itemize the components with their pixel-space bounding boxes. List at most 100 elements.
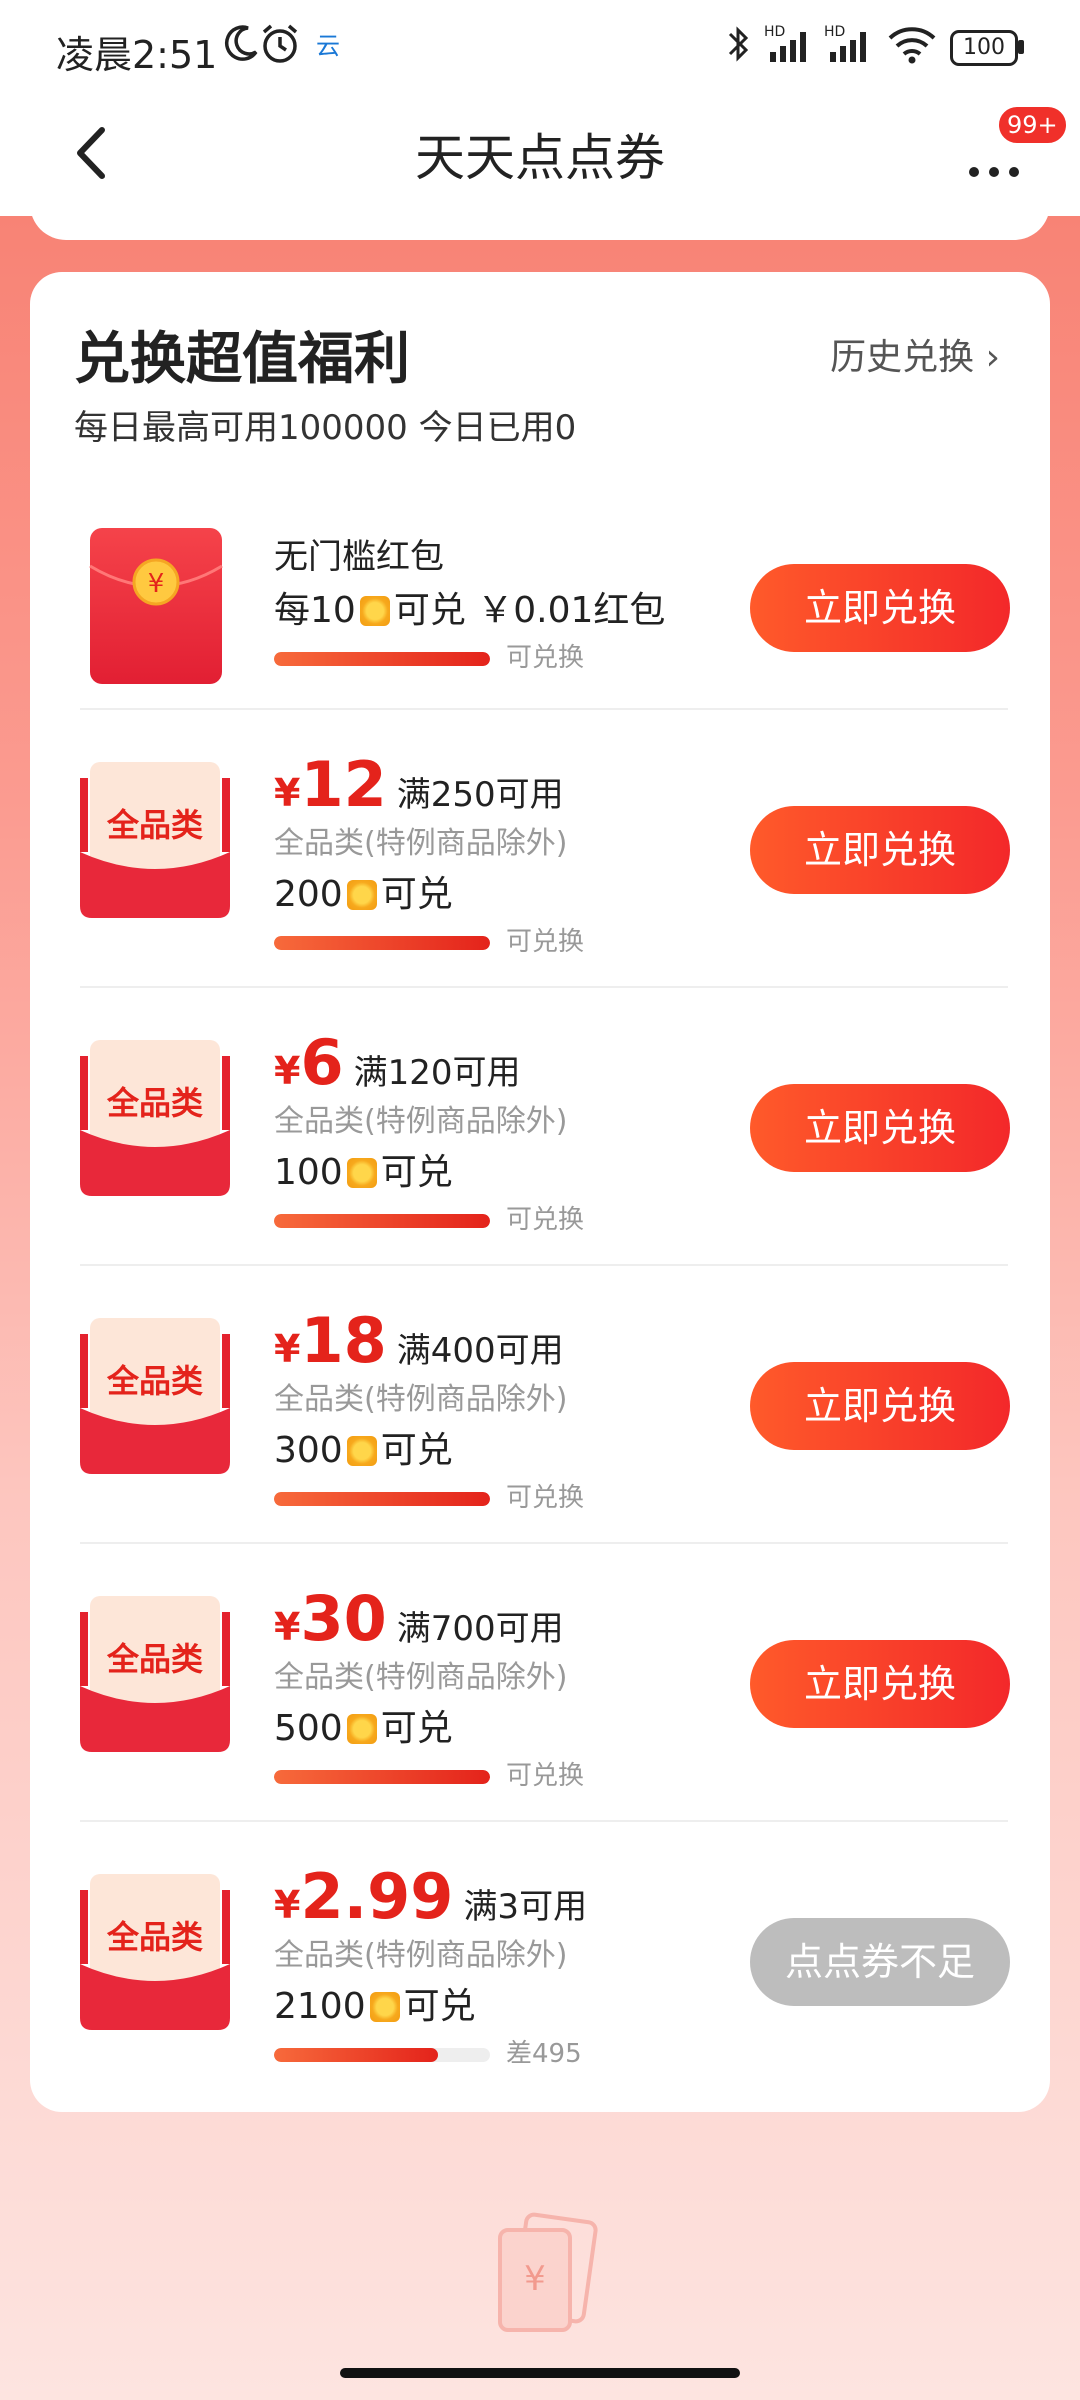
home-indicator[interactable] — [340, 2368, 740, 2378]
coupon-icon-text: 全品类 — [106, 806, 203, 844]
coupon-icon: 全品类 — [80, 762, 230, 918]
list-item: 全品类 ¥6 满120可用 全品类(特例商品除外) 100 可兑 可兑换 立即兑换 — [30, 990, 1050, 1265]
list-item: 全品类 ¥12 满250可用 全品类(特例商品除外) 200 可兑 可兑换 立即兑换 — [30, 712, 1050, 987]
cost-suffix: 可兑 — [403, 1986, 476, 2027]
coupon-condition: 满400可用 — [396, 1331, 564, 1371]
progress-label: 可兑换 — [506, 643, 585, 673]
list-item: 全品类 ¥18 满400可用 全品类(特例商品除外) 300 可兑 可兑换 立即兑换 — [30, 1268, 1050, 1543]
progress-track — [274, 1492, 490, 1506]
redeem-button[interactable]: 立即兑换 — [750, 1640, 1010, 1728]
progress-fill — [274, 2048, 439, 2062]
progress-row: 可兑换 — [274, 1478, 584, 1518]
progress-label: 可兑换 — [506, 1761, 585, 1791]
redeem-button[interactable]: 立即兑换 — [750, 564, 1010, 652]
battery-tip — [1018, 40, 1024, 54]
coupon-condition: 满3可用 — [463, 1887, 588, 1927]
svg-text:¥: ¥ — [524, 2259, 546, 2299]
list-item: 全品类 ¥30 满700可用 全品类(特例商品除外) 500 可兑 可兑换 立即兑换 — [30, 1546, 1050, 1821]
notification-badge: 99+ — [996, 104, 1069, 146]
coupon-icon: 全品类 — [80, 1596, 230, 1752]
progress-row: 可兑换 — [274, 1756, 584, 1796]
cloud-icon: 云 — [316, 32, 340, 60]
coupon-icon-text: 全品类 — [106, 1084, 203, 1122]
progress-fill — [274, 1770, 490, 1784]
progress-track — [274, 2048, 490, 2062]
progress-label: 可兑换 — [506, 1483, 585, 1513]
item-text: ¥18 满400可用 全品类(特例商品除外) 300 可兑 可兑换 — [274, 1306, 584, 1518]
price-line: ¥12 满250可用 — [274, 750, 567, 820]
yen-sign: ¥ — [274, 1883, 301, 1927]
cost-suffix: 可兑 — [380, 1708, 453, 1749]
item-cost: 500 可兑 — [274, 1702, 567, 1756]
cost-suffix: 可兑 — [380, 874, 453, 915]
coin-icon — [369, 1992, 400, 2022]
svg-text:云: 云 — [316, 32, 340, 60]
yen-sign: ¥ — [274, 1605, 301, 1649]
previous-card-bottom — [30, 180, 1050, 240]
coupon-icon-text: 全品类 — [106, 1362, 203, 1400]
list-item: ¥ 无门槛红包 每10 可兑 ￥0.01红包 可兑换 立即兑换 — [30, 492, 1050, 722]
redeem-button[interactable]: 立即兑换 — [750, 1362, 1010, 1450]
moon-icon — [225, 25, 258, 61]
progress-fill — [274, 936, 490, 950]
coupon-condition: 满120可用 — [353, 1053, 521, 1093]
coupon-amount: 6 — [300, 1026, 344, 1099]
progress-track — [274, 1214, 490, 1228]
divider — [80, 1820, 1008, 1822]
coupon-icon-text: 全品类 — [106, 1640, 203, 1678]
item-cost: 每10 可兑 ￥0.01红包 — [274, 584, 665, 638]
insufficient-button[interactable]: 点点券不足 — [750, 1918, 1010, 2006]
coupon-scope: 全品类(特例商品除外) — [274, 826, 568, 861]
cost-amount: 500 — [274, 1708, 343, 1749]
coupon-amount: 2.99 — [300, 1860, 454, 1933]
cost-amount: 2100 — [274, 1986, 366, 2027]
coin-icon — [346, 1436, 377, 1466]
coupon-amount: 30 — [300, 1582, 387, 1655]
cost-prefix: 每10 — [274, 590, 356, 631]
progress-label: 可兑换 — [506, 1205, 585, 1235]
progress-fill — [274, 1214, 490, 1228]
redeem-button[interactable]: 立即兑换 — [750, 1084, 1010, 1172]
coupon-icon-text: 全品类 — [106, 1918, 203, 1956]
coupon-icon: 全品类 — [80, 1318, 230, 1474]
item-text: ¥12 满250可用 全品类(特例商品除外) 200 可兑 可兑换 — [274, 750, 584, 962]
bluetooth-icon — [728, 26, 749, 62]
history-exchange-link[interactable]: 历史兑换 › — [830, 328, 1000, 380]
progress-label: 可兑换 — [506, 927, 585, 957]
divider — [80, 1264, 1008, 1266]
cost-amount: 200 — [274, 874, 343, 915]
progress-label: 差495 — [506, 2039, 582, 2069]
item-cost: 200 可兑 — [274, 868, 567, 922]
price-line: ¥18 满400可用 — [274, 1306, 567, 1376]
yen-sign: ¥ — [274, 771, 301, 815]
progress-row: 可兑换 — [274, 922, 584, 962]
progress-fill — [274, 1492, 490, 1506]
progress-fill — [274, 652, 490, 666]
coupon-condition: 满250可用 — [396, 775, 564, 815]
divider — [80, 708, 1008, 710]
daily-quota-text: 每日最高可用100000 今日已用0 — [74, 408, 577, 448]
coin-icon — [346, 1714, 377, 1744]
cost-amount: 300 — [274, 1430, 343, 1471]
progress-track — [274, 1770, 490, 1784]
coin-icon — [359, 596, 390, 626]
signal2-icon — [830, 32, 866, 62]
coupon-icon: 全品类 — [80, 1874, 230, 2030]
progress-row: 可兑换 — [274, 1200, 584, 1240]
yen-sign: ¥ — [274, 1049, 301, 1093]
coin-icon — [346, 880, 377, 910]
coupon-scope: 全品类(特例商品除外) — [274, 1104, 568, 1139]
progress-track — [274, 936, 490, 950]
item-cost: 300 可兑 — [274, 1424, 567, 1478]
redeem-button[interactable]: 立即兑换 — [750, 806, 1010, 894]
coin-icon — [346, 1158, 377, 1188]
battery-level: 100 — [963, 35, 1005, 60]
item-text: ¥2.99 满3可用 全品类(特例商品除外) 2100 可兑 差495 — [274, 1862, 587, 2074]
price-line: ¥6 满120可用 — [274, 1028, 567, 1098]
cost-suffix: 可兑 ￥0.01红包 — [393, 590, 666, 631]
svg-text:¥: ¥ — [148, 569, 165, 599]
exchange-card: 兑换超值福利 历史兑换 › 每日最高可用100000 今日已用0 ¥ 无门槛红包… — [30, 272, 1050, 2112]
signal-icon — [770, 32, 806, 62]
item-cost: 2100 可兑 — [274, 1980, 587, 2034]
coupon-scope: 全品类(特例商品除外) — [274, 1660, 568, 1695]
